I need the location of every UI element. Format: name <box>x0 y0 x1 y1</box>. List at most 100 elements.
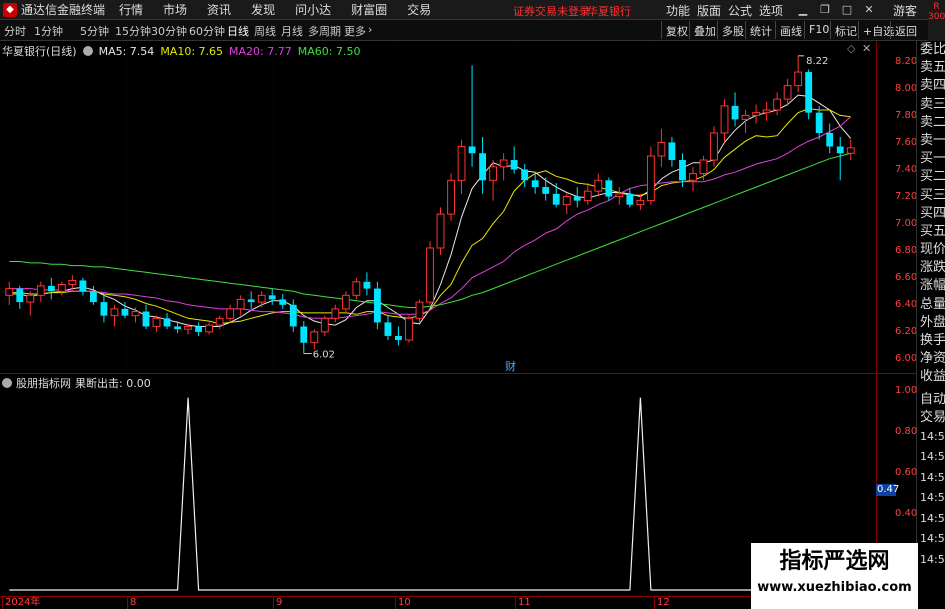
candle-body <box>594 179 603 192</box>
statistics-button[interactable]: 统计 <box>745 21 776 39</box>
period-5min[interactable]: 5分钟 <box>80 23 109 39</box>
diamond-icon[interactable]: ◇ <box>847 42 855 55</box>
candle-body <box>89 291 97 303</box>
candle-body <box>679 160 686 181</box>
minimize-icon[interactable]: ▁ <box>794 1 812 18</box>
tick-time: 14:56 <box>920 532 945 546</box>
app-logo-icon: ◆ <box>3 2 17 17</box>
candle-body <box>605 180 613 197</box>
tick-time: 14:56 <box>920 552 945 566</box>
period-1min[interactable]: 1分钟 <box>34 23 63 39</box>
menu-quotes[interactable]: 行情 <box>119 1 143 18</box>
candle-body <box>489 166 498 181</box>
menu-bar: ◆ 通达信金融终端 行情 市场 资讯 发现 问小达 财富圈 交易 证券交易未登录… <box>0 0 945 20</box>
menu-market[interactable]: 市场 <box>163 1 187 18</box>
candle-body <box>373 288 381 323</box>
side-item: 买三 <box>920 187 945 203</box>
candle-body <box>805 72 813 113</box>
back-button[interactable]: 返回 <box>890 21 921 39</box>
menu-function[interactable]: 功能 <box>666 2 690 19</box>
ma-settings-icon[interactable] <box>82 46 93 56</box>
ind-tick: 0.80 <box>895 426 918 437</box>
candle-body <box>815 112 823 133</box>
candle-body <box>26 294 35 303</box>
side-item: 买一 <box>920 151 945 167</box>
indicator-settings-icon[interactable] <box>2 378 12 388</box>
high-price-label: 8.22 <box>806 56 828 67</box>
restore-icon[interactable]: ❐ <box>816 1 834 18</box>
period-15min[interactable]: 15分钟 <box>115 23 151 39</box>
menu-wealth-circle[interactable]: 财富圈 <box>351 1 387 18</box>
close-pane-icon[interactable]: ✕ <box>862 42 871 55</box>
auto-trade-item[interactable]: 交易 <box>917 409 945 427</box>
menu-discover[interactable]: 发现 <box>251 1 275 18</box>
side-item: 涨跌 <box>920 260 945 276</box>
period-tick[interactable]: 分时 <box>4 23 26 39</box>
maximize-icon[interactable]: □ <box>838 1 856 18</box>
candle-body <box>131 311 140 317</box>
menu-options[interactable]: 选项 <box>759 2 783 19</box>
multi-stock-button[interactable]: 多股 <box>717 21 748 39</box>
period-30min[interactable]: 30分钟 <box>151 23 187 39</box>
candle-body <box>205 324 214 333</box>
f10-button[interactable]: F10 <box>804 21 833 39</box>
side-item: 买五 <box>920 223 945 239</box>
side-item: 买四 <box>920 205 945 221</box>
menu-ask-xiaoda[interactable]: 问小达 <box>295 1 331 18</box>
menu-layout[interactable]: 版面 <box>697 2 721 19</box>
watermark-title: 指标严选网 <box>779 549 890 574</box>
auto-trade-item[interactable]: 自动 <box>917 391 945 409</box>
menu-trade[interactable]: 交易 <box>407 1 431 18</box>
y-tick: 6.20 <box>895 326 918 337</box>
low-price-label: 6.02 <box>313 350 335 361</box>
x-tick: 8 <box>127 597 136 609</box>
trade-login-status[interactable]: 证券交易未登录 <box>513 3 590 19</box>
menu-news[interactable]: 资讯 <box>207 1 231 18</box>
candle-body <box>615 193 624 198</box>
candle-body <box>384 322 392 336</box>
x-tick: 12 <box>654 597 670 609</box>
candle-body <box>279 299 287 305</box>
ma5-value: MA5: 7.54 <box>98 44 155 58</box>
overlay-button[interactable]: 叠加 <box>689 21 720 39</box>
candle-body <box>79 280 87 292</box>
candle-body <box>846 147 855 154</box>
candle-body <box>573 196 581 201</box>
period-monthly[interactable]: 月线 <box>281 23 303 39</box>
tick-time: 14:56 <box>920 470 945 484</box>
corner-indicator: R 300 <box>928 0 945 42</box>
ind-tick: 0.40 <box>895 508 918 519</box>
adjust-button[interactable]: 复权 <box>661 21 692 39</box>
guest-login[interactable]: 游客 <box>893 2 917 19</box>
y-tick: 7.20 <box>895 191 918 202</box>
candle-body <box>110 308 119 317</box>
candle-body <box>826 132 834 147</box>
indicator-chart[interactable] <box>0 374 876 596</box>
app-title: 通达信金融终端 <box>21 3 106 17</box>
period-multi[interactable]: 多周期 <box>308 23 341 39</box>
candle-body <box>720 105 729 134</box>
period-60min[interactable]: 60分钟 <box>189 23 225 39</box>
candlestick-chart[interactable]: 8.22 6.02 财 <box>0 41 876 373</box>
x-tick: 9 <box>273 597 282 609</box>
chevron-right-icon[interactable]: › <box>368 23 372 36</box>
draw-line-button[interactable]: 画线 <box>775 21 806 39</box>
period-daily[interactable]: 日线 <box>227 23 249 39</box>
menu-formula[interactable]: 公式 <box>728 2 752 19</box>
side-item: 卖二 <box>920 114 945 130</box>
close-icon[interactable]: ✕ <box>860 1 878 18</box>
side-item: 现价 <box>920 242 945 258</box>
period-more[interactable]: 更多 <box>344 23 366 39</box>
side-item: 外盘 <box>920 314 945 330</box>
candle-body <box>457 145 466 181</box>
mark-button[interactable]: 标记 <box>830 21 861 39</box>
current-stock-label: 华夏银行 <box>587 5 631 18</box>
candle-body <box>636 200 645 206</box>
period-weekly[interactable]: 周线 <box>254 23 276 39</box>
quote-side-panel: 委比 卖五 卖四 卖三 卖二 卖一 买一 买二 买三 买四 买五 现价 涨跌 涨… <box>916 41 945 609</box>
side-item: 总量 <box>920 296 945 312</box>
candle-body <box>152 317 161 327</box>
candle-body <box>552 193 560 205</box>
x-tick: 10 <box>395 597 411 609</box>
candle-body <box>163 318 171 327</box>
